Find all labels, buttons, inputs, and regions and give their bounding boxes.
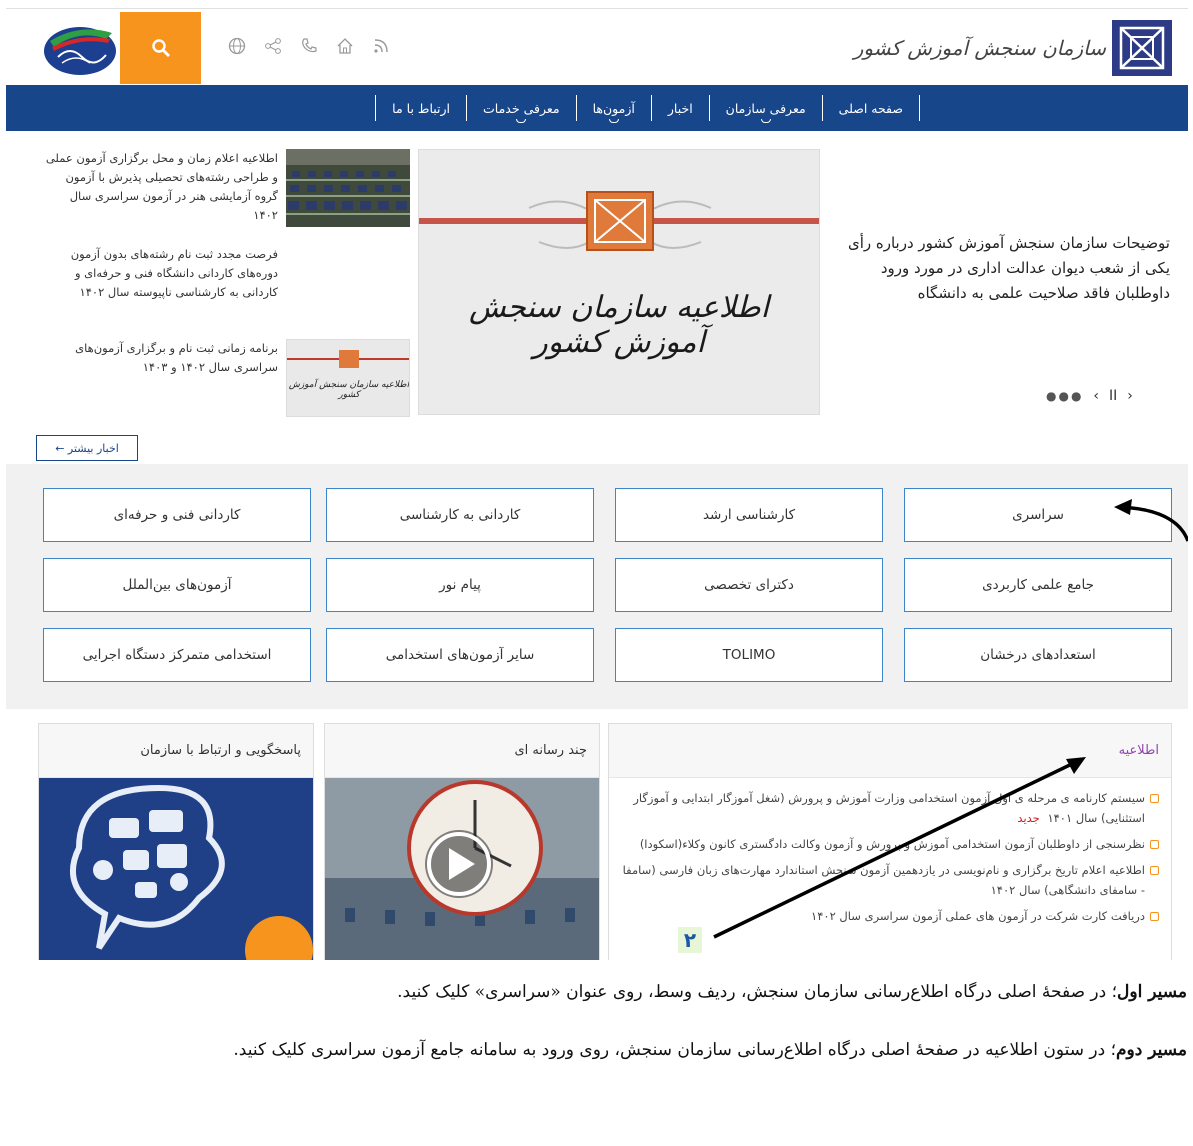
instruction-path2: مسیر دوم؛ در ستون اطلاعیه در صفحهٔ اصلی …: [7, 1034, 1187, 1066]
arrow-head-icon: [1114, 499, 1132, 515]
path1-text: ؛ در صفحهٔ اصلی درگاه اطلاع‌رسانی سازمان…: [397, 982, 1118, 1002]
path2-text: ؛ در ستون اطلاعیه در صفحهٔ اصلی درگاه اط…: [233, 1040, 1116, 1060]
screenshot-frame: سازمان سنجش آموزش کشور صفحه اصلی معرفی س…: [6, 8, 1188, 960]
path1-label: مسیر اول: [1117, 982, 1187, 1002]
path2-label: مسیر دوم: [1115, 1040, 1187, 1060]
arrow-to-notice: [713, 759, 1079, 939]
annotation-arrows: [713, 499, 1188, 939]
instruction-path1: مسیر اول؛ در صفحهٔ اصلی درگاه اطلاع‌رسان…: [7, 976, 1187, 1008]
